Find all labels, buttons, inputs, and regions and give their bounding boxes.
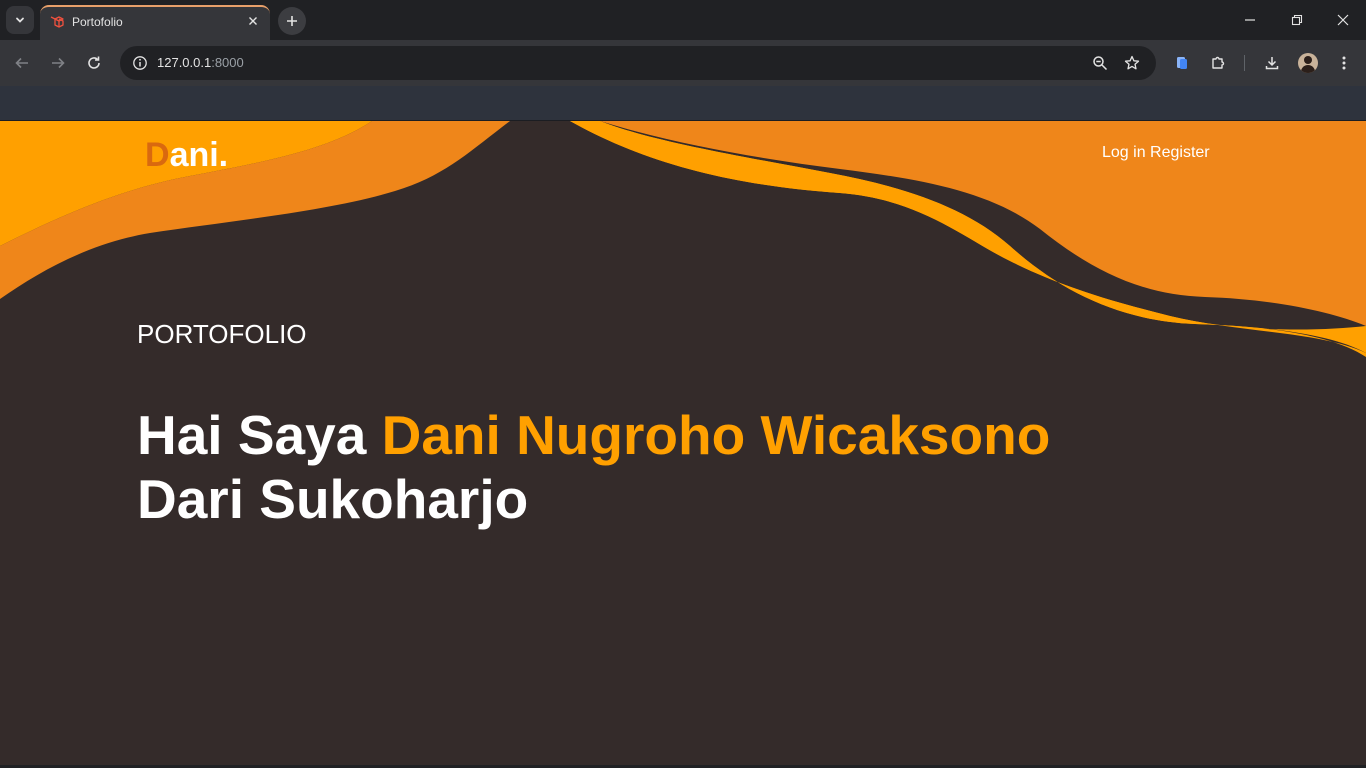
- forward-button[interactable]: [44, 49, 72, 77]
- restore-icon: [1291, 14, 1303, 26]
- close-window-button[interactable]: [1329, 6, 1357, 34]
- avatar: [1298, 53, 1318, 73]
- browser-titlebar: Portofolio: [0, 0, 1366, 40]
- hero-headline: Hai Saya Dani Nugroho Wicaksono Dari Suk…: [137, 403, 1050, 531]
- login-link[interactable]: Log in: [1102, 144, 1146, 161]
- url-port: :8000: [211, 55, 244, 70]
- chevron-down-icon: [16, 17, 24, 23]
- downloads-button[interactable]: [1258, 49, 1286, 77]
- minimize-button[interactable]: [1236, 6, 1264, 34]
- tab-search-button[interactable]: [6, 6, 34, 34]
- close-icon: [249, 17, 257, 25]
- app-icon: [1177, 57, 1187, 69]
- logo-initial: D: [145, 136, 170, 174]
- reload-icon: [88, 56, 100, 69]
- laravel-icon: [50, 16, 64, 28]
- tab-close-button[interactable]: [244, 12, 262, 30]
- new-tab-button[interactable]: [278, 7, 306, 35]
- back-arrow-icon: [15, 57, 28, 69]
- zoom-button[interactable]: [1088, 51, 1112, 75]
- greeting-text: Hai Saya: [137, 404, 382, 466]
- profile-button[interactable]: [1294, 49, 1322, 77]
- extensions-button[interactable]: [1204, 49, 1232, 77]
- minimize-icon: [1245, 19, 1255, 21]
- browser-tab[interactable]: Portofolio: [40, 5, 270, 40]
- zoom-out-icon: [1093, 56, 1108, 71]
- section-eyebrow: PORTOFOLIO: [137, 319, 307, 349]
- logo-rest: ani.: [169, 136, 229, 174]
- tab-title: Portofolio: [72, 15, 123, 29]
- toolbar-separator: [1244, 55, 1245, 71]
- forward-arrow-icon: [52, 57, 65, 69]
- url-host: 127.0.0.1: [157, 55, 212, 70]
- headline-line-1: Hai Saya Dani Nugroho Wicaksono: [137, 403, 1050, 467]
- menu-button[interactable]: [1330, 49, 1358, 77]
- site-logo[interactable]: Dani.: [145, 136, 228, 175]
- browser-toolbar: 127.0.0.1:8000: [0, 40, 1366, 86]
- back-button[interactable]: [8, 49, 36, 77]
- hero-name: Dani Nugroho Wicaksono: [381, 404, 1051, 466]
- bookmark-button[interactable]: [1120, 51, 1144, 75]
- close-icon: [1337, 14, 1349, 26]
- bookmarks-bar: [0, 86, 1366, 121]
- kebab-menu-icon: [1342, 56, 1346, 70]
- auth-links: Log in Register: [1102, 144, 1210, 162]
- page-viewport: Dani. Log in Register PORTOFOLIO Hai Say…: [0, 121, 1366, 765]
- puzzle-icon: [1212, 56, 1225, 69]
- plus-icon: [287, 16, 297, 26]
- url-text: 127.0.0.1:8000: [157, 55, 244, 70]
- site-info-button[interactable]: [128, 51, 152, 75]
- register-link[interactable]: Register: [1150, 144, 1210, 161]
- tab-app-button[interactable]: [1168, 49, 1196, 77]
- reload-button[interactable]: [80, 49, 108, 77]
- address-bar[interactable]: 127.0.0.1:8000: [120, 46, 1156, 80]
- star-icon: [1124, 55, 1140, 70]
- download-icon: [1265, 57, 1279, 70]
- info-icon: [133, 56, 147, 70]
- hero-origin: Dari Sukoharjo: [137, 468, 529, 530]
- restore-button[interactable]: [1283, 6, 1311, 34]
